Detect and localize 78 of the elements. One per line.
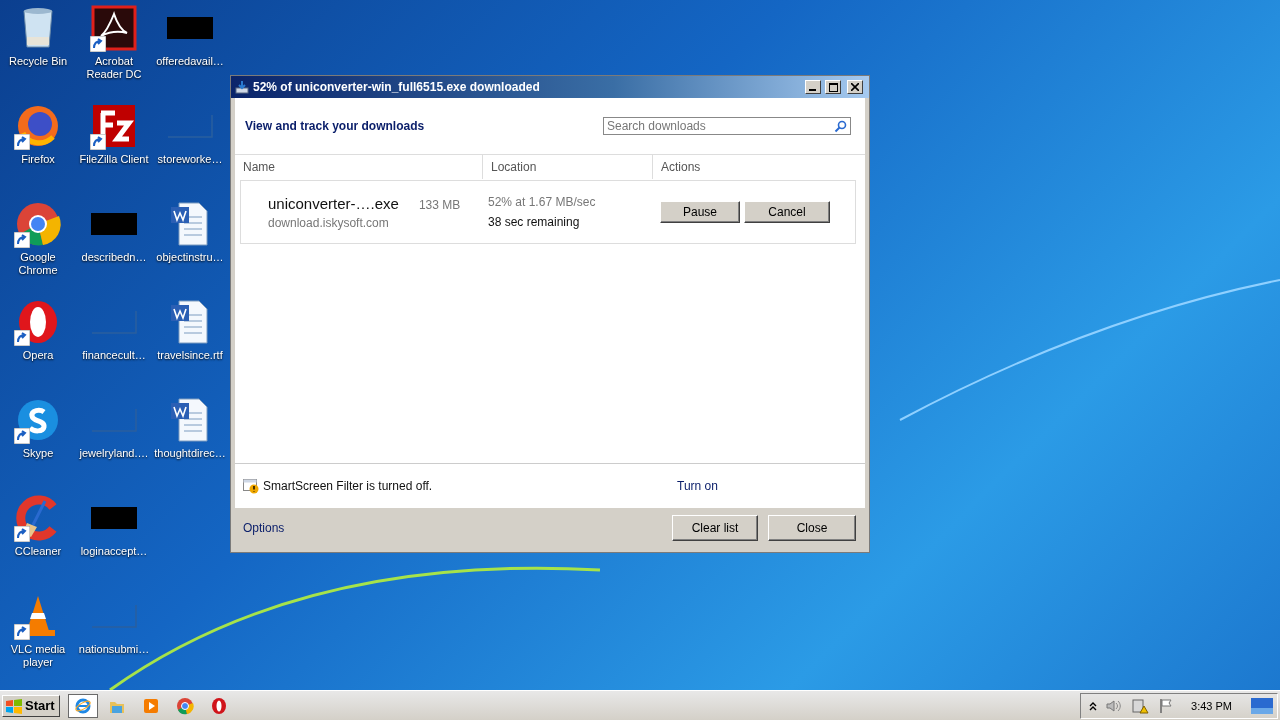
- desktop-icon-label[interactable]: financecult…: [76, 349, 152, 362]
- blank-file-icon: [167, 114, 213, 138]
- shield-warning-icon: [243, 478, 259, 494]
- desktop-icon-label[interactable]: loginaccept…: [76, 545, 152, 558]
- blank-file-icon: [91, 310, 137, 334]
- clock[interactable]: 3:43 PM: [1191, 699, 1232, 712]
- shortcut-arrow-icon: [14, 526, 30, 542]
- desktop-icon-label[interactable]: Recycle Bin: [0, 55, 76, 68]
- acrobat-icon: [91, 5, 137, 51]
- desktop-icon-label[interactable]: CCleaner: [0, 545, 76, 558]
- maximize-button[interactable]: [825, 80, 841, 94]
- turn-on-link[interactable]: Turn on: [677, 479, 718, 493]
- desktop-icon-label[interactable]: describedn…: [76, 251, 152, 264]
- speaker-icon[interactable]: [1106, 698, 1123, 713]
- download-icon: [235, 80, 249, 94]
- blank-file-icon: [91, 408, 137, 432]
- desktop-icon-label[interactable]: storeworke…: [152, 153, 228, 166]
- footer-button[interactable]: Clear list: [672, 515, 758, 541]
- shortcut-arrow-icon: [14, 330, 30, 346]
- skype-icon: [15, 397, 61, 443]
- chrome-icon: [175, 696, 194, 715]
- flag-icon[interactable]: [1158, 697, 1175, 714]
- desktop-icon-label[interactable]: nationsubmi…: [76, 643, 152, 656]
- smartscreen-message: SmartScreen Filter is turned off.: [263, 479, 434, 493]
- file-thumbnail-icon: [91, 507, 137, 529]
- chevron-up-icon[interactable]: [1089, 700, 1098, 711]
- file-size: 133 MB: [418, 197, 461, 212]
- maximize-icon: [828, 82, 838, 92]
- shortcut-arrow-icon: [90, 36, 106, 52]
- media-player-icon: [141, 696, 160, 715]
- action-button[interactable]: Cancel: [744, 201, 830, 223]
- taskbar-app-button[interactable]: [67, 693, 98, 718]
- desktop-icon-label[interactable]: Skype: [0, 447, 76, 460]
- desktop-icon-label[interactable]: Google Chrome: [0, 251, 76, 277]
- network-warning-icon[interactable]: [1131, 697, 1150, 714]
- shortcut-arrow-icon: [14, 428, 30, 444]
- search-icon: [834, 120, 847, 133]
- progress-text: 52% at 1.67 MB/sec: [488, 195, 597, 209]
- firefox-icon: [15, 103, 61, 149]
- options-link[interactable]: Options: [243, 521, 285, 535]
- chrome-icon: [15, 201, 61, 247]
- shortcut-arrow-icon: [90, 134, 106, 150]
- desktop-icon-label[interactable]: VLC media player: [0, 643, 76, 669]
- column-header: Name: [235, 155, 483, 179]
- time-remaining: 38 sec remaining: [488, 215, 581, 229]
- source-domain: download.iskysoft.com: [268, 215, 390, 230]
- window-title: 52% of uniconverter-win_full6515.exe downloaded: [253, 80, 541, 94]
- action-button[interactable]: Pause: [660, 201, 740, 223]
- minimize-button[interactable]: [805, 80, 821, 94]
- column-header: Location: [483, 155, 653, 179]
- shortcut-arrow-icon: [14, 232, 30, 248]
- blank-file-icon: [91, 604, 137, 628]
- desktop-icon-label[interactable]: Firefox: [0, 153, 76, 166]
- column-header: Actions: [660, 159, 702, 176]
- desktop-icon-label[interactable]: FileZilla Client: [76, 153, 152, 166]
- desktop-icon-label[interactable]: Acrobat Reader DC: [76, 55, 152, 81]
- windows-logo-icon: [5, 697, 23, 714]
- internet-explorer-icon: [73, 696, 92, 715]
- file-thumbnail-icon: [167, 17, 213, 39]
- desktop-icon-label[interactable]: travelsince.rtf: [152, 349, 228, 362]
- close-icon: [851, 83, 859, 91]
- desktop-icon-label[interactable]: jewelryland.…: [76, 447, 152, 460]
- filezilla-icon: [91, 103, 137, 149]
- opera-icon: [209, 696, 228, 715]
- desktop-icon-label[interactable]: thoughtdirec…: [152, 447, 228, 460]
- show-desktop-icon[interactable]: [1251, 697, 1273, 714]
- shortcut-arrow-icon: [14, 624, 30, 640]
- desktop-icon-label[interactable]: offeredavail…: [152, 55, 228, 68]
- file-thumbnail-icon: [91, 213, 137, 235]
- desktop-icon-label[interactable]: Opera: [0, 349, 76, 362]
- close-button[interactable]: [847, 80, 863, 94]
- footer-button[interactable]: Close: [768, 515, 856, 541]
- file-name: uniconverter-….exe: [268, 194, 399, 212]
- start-button[interactable]: Start: [2, 694, 60, 717]
- downloads-heading: View and track your downloads: [245, 119, 425, 133]
- search-field[interactable]: Search downloads: [603, 117, 851, 135]
- shortcut-arrow-icon: [14, 134, 30, 150]
- desktop-icon-label[interactable]: objectinstru…: [152, 251, 228, 264]
